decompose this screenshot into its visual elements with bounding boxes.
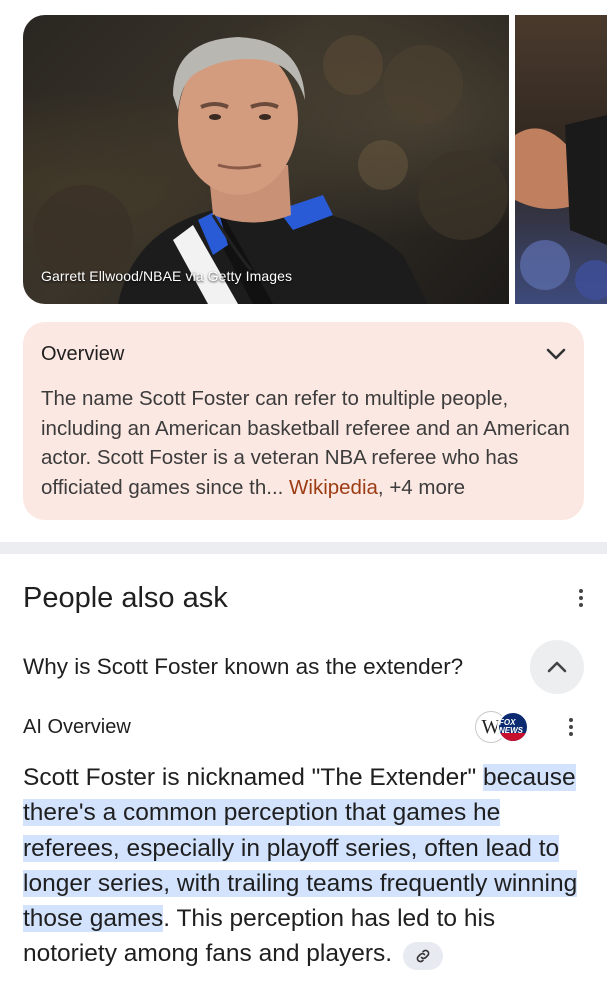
- more-options-icon[interactable]: [569, 584, 593, 612]
- ai-overview-answer: Scott Foster is nicknamed "The Extender"…: [23, 760, 588, 972]
- second-photo-illustration: [515, 115, 607, 300]
- chevron-up-icon[interactable]: [530, 640, 584, 694]
- answer-intro: Scott Foster is nicknamed "The Extender": [23, 764, 483, 791]
- people-also-ask-title: People also ask: [23, 581, 228, 614]
- fox-news-icon[interactable]: FOX NEWS: [497, 711, 529, 743]
- ai-overview-row: AI Overview W FOX NEWS: [23, 710, 583, 744]
- overview-card: Overview The name Scott Foster can refer…: [23, 322, 584, 520]
- ai-overview-options-icon[interactable]: [559, 713, 583, 741]
- people-also-ask-header: People also ask: [23, 580, 593, 616]
- photo-credit-caption: Garrett Ellwood/NBAE via Getty Images: [41, 268, 293, 284]
- question-item[interactable]: Why is Scott Foster known as the extende…: [23, 640, 584, 694]
- question-text: Why is Scott Foster known as the extende…: [23, 654, 464, 679]
- second-photo[interactable]: [515, 15, 607, 304]
- fox-news-logo-text: FOX NEWS: [499, 718, 523, 735]
- overview-header[interactable]: Overview: [41, 342, 566, 366]
- link-icon[interactable]: [402, 942, 443, 971]
- source-icons[interactable]: W FOX NEWS: [475, 711, 529, 743]
- more-sources-link[interactable]: , +4 more: [378, 476, 465, 499]
- image-carousel: Garrett Ellwood/NBAE via Getty Images: [0, 0, 607, 306]
- ai-overview-label: AI Overview: [23, 715, 131, 738]
- referee-photo-illustration: [33, 35, 508, 304]
- wikipedia-source-link[interactable]: Wikipedia: [289, 476, 378, 499]
- referee-photo[interactable]: Garrett Ellwood/NBAE via Getty Images: [23, 15, 509, 304]
- overview-text: The name Scott Foster can refer to multi…: [41, 384, 571, 502]
- overview-ellipsis: ...: [266, 475, 290, 499]
- overview-title: Overview: [41, 342, 125, 365]
- chevron-down-icon[interactable]: [542, 340, 570, 368]
- section-divider: [0, 542, 607, 554]
